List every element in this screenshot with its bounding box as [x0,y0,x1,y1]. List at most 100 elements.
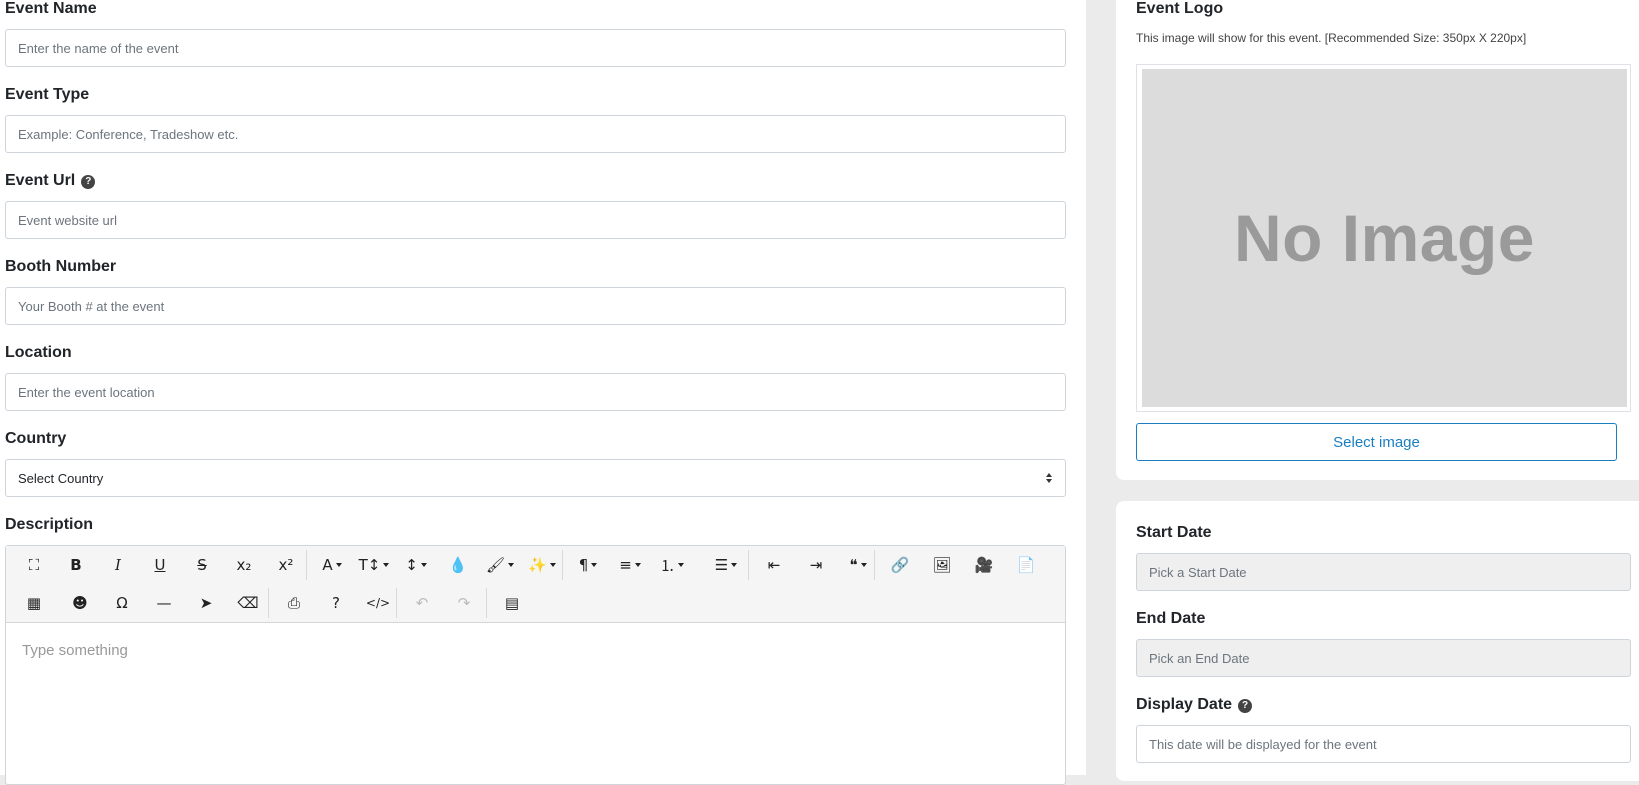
font-size-icon[interactable]: T↕ [356,546,392,584]
undo-glyph: ↶ [415,594,429,612]
display-date-label: Display Date [1136,696,1233,713]
question-circle-icon[interactable]: ? [81,174,96,189]
editor-content-area[interactable]: Type something [6,623,1065,678]
subscript-icon[interactable]: x₂ [226,546,262,584]
caret-down-icon [508,563,515,567]
line-height-icon[interactable]: ↕ [398,546,434,584]
font-family-icon[interactable]: A [314,546,350,584]
event-type-input[interactable]: Example: Conference, Tradeshow etc. [5,115,1066,153]
underline-icon[interactable]: U [142,546,178,584]
undo-icon[interactable]: ↶ [404,584,440,622]
toolbar-separator [748,550,749,580]
print-icon[interactable]: ⎙ [276,584,312,622]
event-name-label: Event Name [5,0,97,17]
redo-icon[interactable]: ↷ [446,584,482,622]
superscript-glyph: x² [278,556,294,574]
special-char-icon[interactable]: Ω [104,584,140,622]
event-logo-title: Event Logo [1136,0,1224,17]
emoticon-glyph: ☻ [72,594,88,612]
event-url-input[interactable]: Event website url [5,201,1066,239]
caret-down-icon [549,563,556,567]
html-view-glyph: ▤ [504,594,520,612]
strikethrough-icon[interactable]: S [184,546,220,584]
magic-wand-glyph: ✨ [528,556,547,574]
link-icon[interactable]: 🔗 [882,546,918,584]
video-icon[interactable]: 🎥 [966,546,1002,584]
question-circle-icon[interactable]: ? [1238,698,1253,713]
emoticon-icon[interactable]: ☻ [62,584,98,622]
font-size-glyph: T↕ [358,556,381,574]
select-all-icon[interactable]: ➤ [188,584,224,622]
image-glyph: 🖼 [932,556,952,574]
color-glyph: 💧 [448,556,468,574]
bold-icon[interactable]: B [58,546,94,584]
italic-glyph: I [115,556,121,574]
brush-glyph: 🖌 [485,556,506,574]
country-select-value: Select Country [18,470,104,486]
toolbar-separator [268,588,269,618]
align-glyph: ≡ [619,556,632,574]
event-name-input[interactable]: Enter the name of the event [5,29,1066,67]
start-date-input[interactable]: Pick a Start Date [1136,553,1631,591]
file-icon[interactable]: 📄 [1008,546,1044,584]
caret-down-icon [591,563,598,567]
special-char-glyph: Ω [116,594,128,612]
toolbar-separator [396,588,397,618]
quote-icon[interactable]: ❝ [840,546,876,584]
location-input[interactable]: Enter the event location [5,373,1066,411]
caret-down-icon [860,563,867,567]
toolbar-separator [486,588,487,618]
horizontal-line-icon[interactable]: — [146,584,182,622]
toolbar-separator [874,550,875,580]
help-glyph: ? [332,594,340,612]
caret-down-icon [383,563,390,567]
display-date-input[interactable]: This date will be displayed for the even… [1136,725,1631,763]
superscript-icon[interactable]: x² [268,546,304,584]
align-icon[interactable]: ≡ [612,546,648,584]
magic-wand-icon[interactable]: ✨ [524,546,560,584]
caret-down-icon [731,563,738,567]
code-view-glyph: </> [365,596,391,610]
fullscreen-icon[interactable]: ⛶ [16,546,52,584]
strikethrough-glyph: S [197,556,207,574]
indent-glyph: ⇥ [809,556,823,574]
event-url-label-row: Event Url? [5,172,96,190]
select-image-button[interactable]: Select image [1136,423,1617,461]
description-label: Description [5,516,94,533]
toolbar-separator [562,550,563,580]
unordered-list-glyph: ☰ [714,556,729,574]
ordered-list-icon[interactable]: ⒈ [654,546,690,584]
booth-number-label: Booth Number [5,258,117,275]
outdent-icon[interactable]: ⇤ [756,546,792,584]
indent-icon[interactable]: ⇥ [798,546,834,584]
select-arrows-icon [1045,471,1053,485]
caret-down-icon [678,563,684,567]
outdent-glyph: ⇤ [767,556,781,574]
clear-format-icon[interactable]: ⌫ [230,584,266,622]
link-glyph: 🔗 [890,556,910,574]
subscript-glyph: x₂ [236,556,252,574]
horizontal-line-glyph: — [156,594,172,612]
paragraph-icon[interactable]: ¶ [570,546,606,584]
code-view-icon[interactable]: </> [360,584,396,622]
end-date-input[interactable]: Pick an End Date [1136,639,1631,677]
start-date-label: Start Date [1136,524,1212,541]
caret-down-icon [634,563,641,567]
italic-icon[interactable]: I [100,546,136,584]
table-icon[interactable]: ▦ [16,584,52,622]
line-height-glyph: ↕ [405,556,418,574]
event-url-label: Event Url [5,172,76,189]
help-icon[interactable]: ? [318,584,354,622]
booth-number-input[interactable]: Your Booth # at the event [5,287,1066,325]
html-view-icon[interactable]: ▤ [494,584,530,622]
color-icon[interactable]: 💧 [440,546,476,584]
country-select[interactable]: Select Country [5,459,1066,497]
image-icon[interactable]: 🖼 [924,546,960,584]
end-date-label: End Date [1136,610,1206,627]
editor-toolbar: ⛶ B I U Sx₂ x² A T↕ ↕ 💧 🖌 ✨ ¶ ≡ ⒈ ☰ ⇤ ⇥ ❝ 🔗 🖼 🎥 📄 ▦ ☻ Ω — ➤ ⌫ ⎙? </> ↶… [6,546,1065,623]
unordered-list-icon[interactable]: ☰ [708,546,744,584]
country-label: Country [5,430,67,447]
event-logo-description: This image will show for this event. [Re… [1136,31,1527,45]
brush-icon[interactable]: 🖌 [482,546,518,584]
file-glyph: 📄 [1016,556,1036,574]
